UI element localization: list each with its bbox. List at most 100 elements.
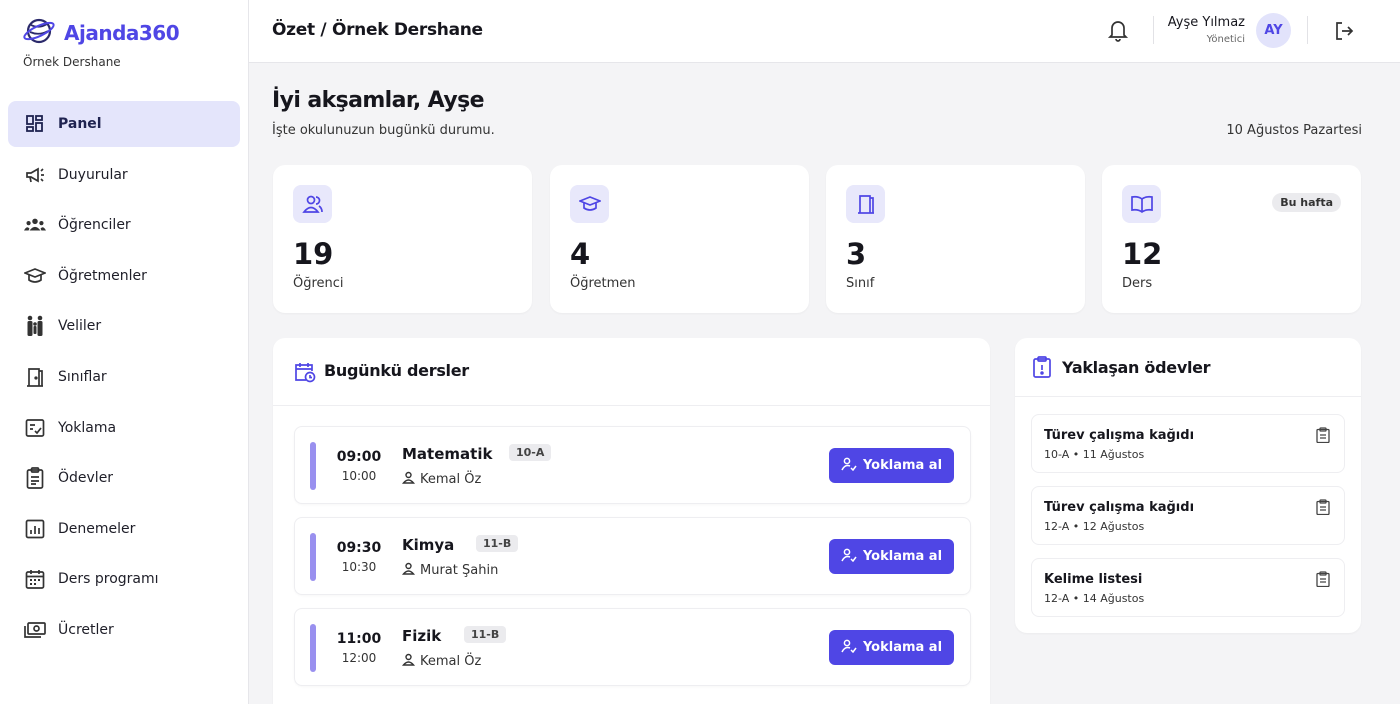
lesson-teacher: Murat Şahin [402, 562, 498, 579]
user-check-icon [841, 457, 857, 475]
stat-card-teachers: 4 Öğretmen [550, 165, 809, 313]
stat-value: 3 [846, 237, 867, 271]
stat-label: Öğrenci [293, 276, 344, 291]
bell-icon[interactable] [1107, 18, 1129, 42]
sidebar-item-label: Ödevler [58, 470, 114, 487]
dashboard-icon [24, 113, 46, 135]
take-attendance-button[interactable]: Yoklama al [829, 448, 954, 483]
stat-value: 4 [570, 237, 591, 271]
stat-label: Sınıf [846, 276, 875, 291]
users-icon [24, 214, 46, 236]
panel-header: Bugünkü dersler [273, 338, 990, 406]
sidebar-item-veliler[interactable]: Veliler [8, 303, 240, 349]
sidebar-item-siniflar[interactable]: Sınıflar [8, 354, 240, 400]
lesson-end-time: 12:00 [341, 651, 377, 665]
divider [1307, 16, 1308, 44]
breadcrumb: Özet / Örnek Dershane [272, 20, 483, 40]
sidebar-item-label: Öğretmenler [58, 267, 147, 284]
teacher-name: Kemal Öz [420, 472, 482, 487]
homework-meta: 10-A • 11 Ağustos [1044, 448, 1145, 461]
this-week-badge: Bu hafta [1272, 193, 1341, 212]
sidebar-item-label: Ders programı [58, 571, 159, 588]
sidebar-item-label: Yoklama [58, 419, 117, 436]
lesson-row: 09:30 10:30 Kimya 11-B Murat Şahin Yokla… [294, 517, 971, 595]
sidebar: Ajanda360 Örnek Dershane Panel Duyurular… [0, 0, 249, 704]
clipboard-icon [1315, 499, 1331, 516]
person-icon [402, 653, 415, 670]
class-badge: 10-A [509, 444, 552, 461]
globe-logo-icon [22, 16, 56, 50]
stat-value: 19 [293, 237, 334, 271]
logout-icon[interactable] [1334, 21, 1354, 41]
lesson-teacher: Kemal Öz [402, 653, 481, 670]
top-bar: Özet / Örnek Dershane Ayşe Yılmaz Yöneti… [249, 0, 1400, 63]
calendar-icon [24, 568, 46, 590]
clipboard-icon [24, 467, 46, 490]
lesson-row: 09:00 10:00 Matematik 10-A Kemal Öz Yokl… [294, 426, 971, 504]
panel-title: Yaklaşan ödevler [1062, 358, 1211, 377]
sidebar-item-label: Sınıflar [58, 368, 107, 385]
sidebar-item-odevler[interactable]: Ödevler [8, 455, 240, 501]
button-label: Yoklama al [862, 549, 943, 564]
user-check-icon [841, 639, 857, 657]
homework-item[interactable]: Kelime listesi 12-A • 14 Ağustos [1031, 558, 1345, 617]
avatar[interactable]: AY [1256, 13, 1291, 48]
panel-title: Bugünkü dersler [324, 361, 469, 380]
page-title: İyi akşamlar, Ayşe [272, 88, 484, 113]
users-icon [293, 185, 332, 223]
lesson-end-time: 10:00 [341, 469, 377, 483]
sidebar-item-ogretmenler[interactable]: Öğretmenler [8, 253, 240, 299]
divider [1153, 16, 1154, 44]
lesson-end-time: 10:30 [341, 560, 377, 574]
stat-card-lessons: Bu hafta 12 Ders [1102, 165, 1361, 313]
upcoming-homework-panel: Yaklaşan ödevler Türev çalışma kağıdı 10… [1015, 338, 1361, 633]
take-attendance-button[interactable]: Yoklama al [829, 630, 954, 665]
today-lessons-panel: Bugünkü dersler 09:00 10:00 Matematik 10… [273, 338, 990, 704]
sidebar-item-denemeler[interactable]: Denemeler [8, 506, 240, 552]
sidebar-nav: Panel Duyurular Öğrenciler Öğretmenler V… [8, 101, 240, 658]
homework-title: Kelime listesi [1044, 572, 1143, 587]
sidebar-item-label: Öğrenciler [58, 217, 131, 234]
lesson-start-time: 09:00 [336, 449, 382, 465]
clipboard-alert-icon [1032, 356, 1052, 382]
sidebar-item-ders-programi[interactable]: Ders programı [8, 556, 240, 602]
sidebar-item-ucretler[interactable]: Ücretler [8, 607, 240, 653]
stat-label: Ders [1122, 276, 1153, 291]
sidebar-item-duyurular[interactable]: Duyurular [8, 152, 240, 198]
today-date: 10 Ağustos Pazartesi [1226, 123, 1362, 138]
teacher-name: Kemal Öz [420, 654, 482, 669]
homework-meta: 12-A • 14 Ağustos [1044, 592, 1145, 605]
sidebar-item-yoklama[interactable]: Yoklama [8, 405, 240, 451]
brand-name: Ajanda360 [64, 21, 180, 45]
homework-title: Türev çalışma kağıdı [1044, 428, 1195, 443]
sidebar-item-label: Duyurular [58, 166, 128, 183]
user-check-icon [841, 548, 857, 566]
book-icon [1122, 185, 1161, 223]
class-badge: 11-B [476, 535, 519, 552]
family-icon [24, 315, 46, 337]
org-name: Örnek Dershane [23, 55, 121, 69]
lesson-color-bar [310, 533, 316, 581]
lesson-subject: Kimya [402, 536, 455, 554]
homework-meta: 12-A • 12 Ağustos [1044, 520, 1145, 533]
lesson-color-bar [310, 624, 316, 672]
sidebar-item-label: Ücretler [58, 621, 114, 638]
sidebar-item-label: Panel [58, 116, 102, 132]
door-icon [24, 366, 46, 388]
take-attendance-button[interactable]: Yoklama al [829, 539, 954, 574]
teacher-name: Murat Şahin [420, 563, 499, 578]
door-icon [846, 185, 885, 223]
lesson-subject: Matematik [402, 445, 493, 463]
lesson-row: 11:00 12:00 Fizik 11-B Kemal Öz Yoklama … [294, 608, 971, 686]
homework-item[interactable]: Türev çalışma kağıdı 12-A • 12 Ağustos [1031, 486, 1345, 545]
brand[interactable]: Ajanda360 [22, 16, 180, 50]
sidebar-item-label: Denemeler [58, 520, 136, 537]
bar-chart-icon [24, 518, 46, 540]
homework-title: Türev çalışma kağıdı [1044, 500, 1195, 515]
lesson-color-bar [310, 442, 316, 490]
calendar-clock-icon [294, 361, 316, 387]
sidebar-item-panel[interactable]: Panel [8, 101, 240, 147]
class-badge: 11-B [464, 626, 507, 643]
sidebar-item-ogrenciler[interactable]: Öğrenciler [8, 202, 240, 248]
homework-item[interactable]: Türev çalışma kağıdı 10-A • 11 Ağustos [1031, 414, 1345, 473]
